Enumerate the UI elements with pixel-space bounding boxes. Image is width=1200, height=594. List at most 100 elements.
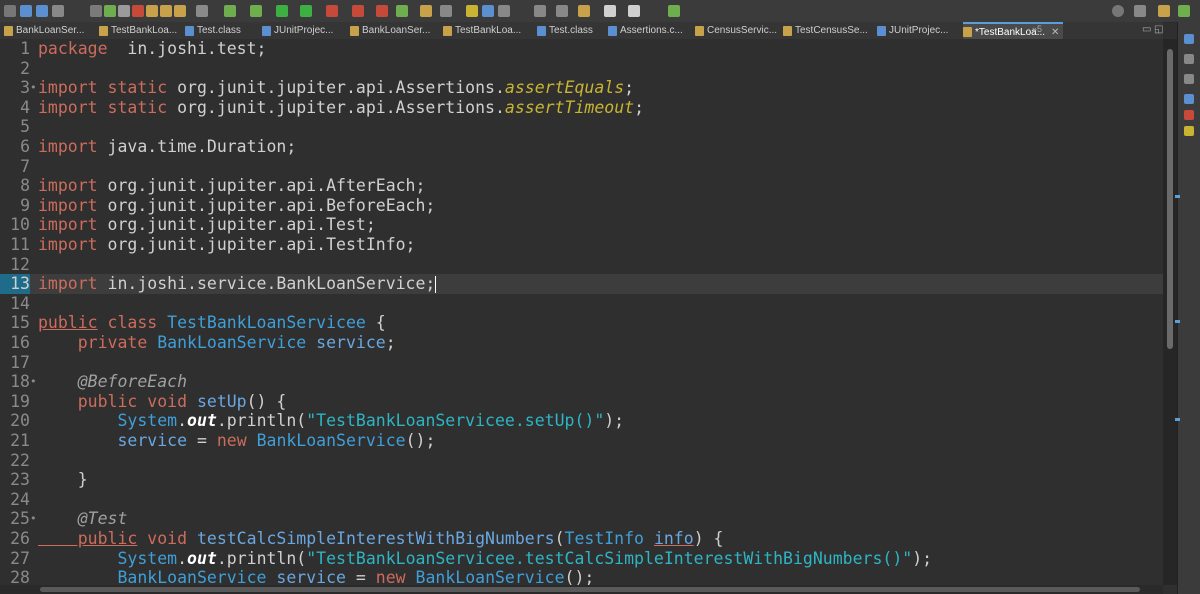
new-class-icon[interactable] bbox=[396, 5, 408, 17]
overview-ruler-marker[interactable] bbox=[1175, 418, 1180, 421]
horizontal-scroll-thumb[interactable] bbox=[40, 587, 1140, 592]
new-package-icon[interactable] bbox=[376, 5, 388, 17]
editor-tab[interactable]: TestCensusSe... bbox=[783, 23, 868, 38]
code-line[interactable]: 21 service = new BankLoanService(); bbox=[0, 431, 1163, 451]
resume-icon[interactable] bbox=[104, 5, 116, 17]
editor-tab[interactable]: CensusServic... bbox=[695, 23, 777, 38]
code-line[interactable]: 2 bbox=[0, 59, 1163, 79]
show-whitespace-icon[interactable] bbox=[498, 5, 510, 17]
code-line[interactable]: 10 import org.junit.jupiter.api.Test; bbox=[0, 215, 1163, 235]
maximize-icon[interactable]: ◱ bbox=[1154, 24, 1163, 35]
task-list-icon[interactable] bbox=[1184, 54, 1194, 64]
code-editor[interactable]: 1 package in.joshi.test; 2 3 • import static … bbox=[0, 39, 1163, 585]
last-edit-icon[interactable] bbox=[578, 5, 590, 17]
code-line[interactable]: 1 package in.joshi.test; bbox=[0, 39, 1163, 59]
code-line[interactable]: 27 System.out.println("TestBankLoanServi… bbox=[0, 549, 1163, 569]
editor-tab[interactable]: Test.class bbox=[185, 23, 241, 38]
outline-icon[interactable] bbox=[1184, 34, 1194, 44]
problems-icon[interactable] bbox=[1184, 74, 1194, 84]
search-icon[interactable] bbox=[1112, 5, 1124, 17]
code-line[interactable]: 3 • import static org.junit.jupiter.api.As… bbox=[0, 78, 1163, 98]
step-return-icon[interactable] bbox=[174, 5, 186, 17]
debug-perspective-icon[interactable] bbox=[1178, 5, 1190, 17]
code-line[interactable]: 20 System.out.println("TestBankLoanServi… bbox=[0, 411, 1163, 431]
code-line[interactable]: 23 } bbox=[0, 470, 1163, 490]
step-into-icon[interactable] bbox=[146, 5, 158, 17]
run-config-icon[interactable] bbox=[300, 5, 312, 17]
code-line[interactable]: 5 bbox=[0, 117, 1163, 137]
next-annotation-icon[interactable] bbox=[534, 5, 546, 17]
java-ee-perspective-icon[interactable] bbox=[1158, 5, 1170, 17]
code-line[interactable]: 12 bbox=[0, 255, 1163, 275]
editor-tab[interactable]: BankLoanSer... bbox=[4, 23, 84, 38]
forward-icon[interactable] bbox=[628, 5, 640, 17]
toggle-mark-occurrences-icon[interactable] bbox=[466, 5, 478, 17]
print-icon[interactable] bbox=[52, 5, 64, 17]
console-icon[interactable] bbox=[1184, 94, 1194, 104]
debug-skip-icon[interactable] bbox=[90, 5, 102, 17]
code-line[interactable]: 9 import org.junit.jupiter.api.BeforeEach… bbox=[0, 196, 1163, 216]
pin-editor-icon[interactable] bbox=[668, 5, 680, 17]
code-token: info bbox=[653, 529, 694, 548]
code-line[interactable]: 14 bbox=[0, 294, 1163, 314]
save-all-icon[interactable] bbox=[36, 5, 48, 17]
coverage-icon[interactable] bbox=[224, 5, 236, 17]
save-icon[interactable] bbox=[20, 5, 32, 17]
toggle-breakpoint-icon[interactable] bbox=[196, 5, 208, 17]
vertical-scroll-thumb[interactable] bbox=[1167, 49, 1173, 349]
fold-marker-icon[interactable]: • bbox=[30, 78, 38, 98]
editor-tab[interactable]: JUnitProjec... bbox=[877, 23, 948, 38]
editor-tab[interactable]: TestBankLoa... bbox=[99, 23, 177, 38]
fold-marker-icon[interactable]: • bbox=[30, 509, 38, 529]
code-line[interactable]: 17 bbox=[0, 353, 1163, 373]
code-line[interactable]: 24 bbox=[0, 490, 1163, 510]
external-tools-icon[interactable] bbox=[326, 5, 338, 17]
code-line[interactable]: 28 BankLoanService service = new BankLoa… bbox=[0, 568, 1163, 585]
vertical-scrollbar[interactable] bbox=[1163, 39, 1177, 585]
new-java-project-icon[interactable] bbox=[352, 5, 364, 17]
debug-icon[interactable] bbox=[250, 5, 262, 17]
terminate-icon[interactable] bbox=[132, 5, 144, 17]
block-selection-icon[interactable] bbox=[482, 5, 494, 17]
tab-overflow-indicator[interactable]: »5 bbox=[1032, 24, 1042, 34]
editor-tab[interactable]: Test.class bbox=[537, 23, 593, 38]
step-over-icon[interactable] bbox=[160, 5, 172, 17]
code-line[interactable]: 7 bbox=[0, 157, 1163, 177]
previous-annotation-icon[interactable] bbox=[556, 5, 568, 17]
minimize-icon[interactable]: ▭ bbox=[1142, 24, 1151, 35]
junit-icon[interactable] bbox=[1184, 110, 1194, 120]
javadoc-icon[interactable] bbox=[1184, 126, 1194, 136]
code-line[interactable]: 8 import org.junit.jupiter.api.AfterEach; bbox=[0, 176, 1163, 196]
code-text: public class TestBankLoanServicee { bbox=[38, 313, 386, 333]
code-line[interactable]: 16 private BankLoanService service; bbox=[0, 333, 1163, 353]
code-text: BankLoanService service = new BankLoanSe… bbox=[38, 568, 594, 585]
close-tab-icon[interactable]: ✕ bbox=[1051, 27, 1059, 38]
editor-tab[interactable]: BankLoanSer... bbox=[350, 23, 430, 38]
new-icon[interactable] bbox=[4, 5, 16, 17]
code-line[interactable]: 15 public class TestBankLoanServicee { bbox=[0, 313, 1163, 333]
code-line[interactable]: 6 import java.time.Duration; bbox=[0, 137, 1163, 157]
code-line[interactable]: 11 import org.junit.jupiter.api.TestInfo; bbox=[0, 235, 1163, 255]
code-line[interactable]: 18 • @BeforeEach bbox=[0, 372, 1163, 392]
overview-ruler-marker[interactable] bbox=[1175, 320, 1180, 323]
code-line[interactable]: 19 public void setUp() { bbox=[0, 392, 1163, 412]
horizontal-scrollbar[interactable] bbox=[0, 585, 1163, 594]
back-icon[interactable] bbox=[604, 5, 616, 17]
editor-tab[interactable]: *TestBankLoa... ✕ bbox=[963, 22, 1064, 39]
code-line[interactable]: 25 • @Test bbox=[0, 509, 1163, 529]
code-line[interactable]: 13 import in.joshi.service.BankLoanServic… bbox=[0, 274, 1163, 294]
editor-tab-label: Test.class bbox=[197, 25, 241, 36]
overview-ruler-marker[interactable] bbox=[1175, 195, 1180, 198]
code-line[interactable]: 26 public void testCalcSimpleInterestWit… bbox=[0, 529, 1163, 549]
run-icon[interactable] bbox=[276, 5, 288, 17]
code-line[interactable]: 4 import static org.junit.jupiter.api.Ass… bbox=[0, 98, 1163, 118]
fold-marker-icon[interactable]: • bbox=[30, 372, 38, 392]
open-perspective-icon[interactable] bbox=[1134, 5, 1146, 17]
code-line[interactable]: 22 bbox=[0, 451, 1163, 471]
editor-tab[interactable]: Assertions.c... bbox=[608, 23, 683, 38]
editor-tab[interactable]: JUnitProjec... bbox=[262, 23, 333, 38]
open-type-icon[interactable] bbox=[420, 5, 432, 17]
suspend-icon[interactable] bbox=[118, 5, 130, 17]
search-tool-icon[interactable] bbox=[440, 5, 452, 17]
editor-tab[interactable]: TestBankLoa... bbox=[443, 23, 521, 38]
